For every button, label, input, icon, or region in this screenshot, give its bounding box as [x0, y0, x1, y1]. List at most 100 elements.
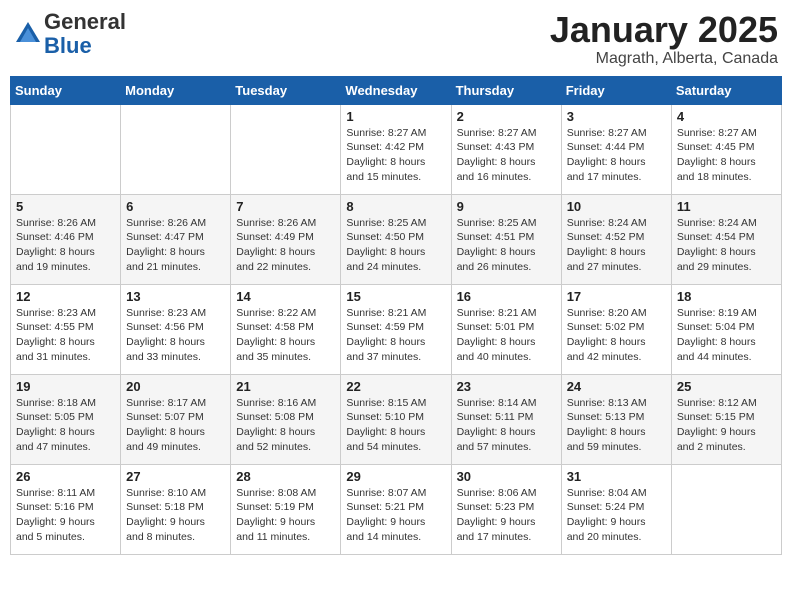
calendar-week-row: 26 Sunrise: 8:11 AMSunset: 5:16 PMDayligh…	[11, 464, 782, 554]
day-info: Sunrise: 8:07 AMSunset: 5:21 PMDaylight:…	[346, 486, 445, 545]
calendar-cell: 19Sunrise: 8:18 AMSunset: 5:05 PMDayligh…	[11, 374, 121, 464]
day-info: Sunrise: 8:25 AMSunset: 4:51 PMDaylight:…	[457, 216, 556, 275]
day-info: Sunrise: 8:27 AMSunset: 4:42 PMDaylight:…	[346, 126, 445, 185]
day-number: 31	[567, 469, 666, 484]
calendar-cell: 29 Sunrise: 8:07 AMSunset: 5:21 PMDayligh…	[341, 464, 451, 554]
day-number: 21	[236, 379, 335, 394]
day-number: 25	[677, 379, 776, 394]
day-info: Sunrise: 8:25 AMSunset: 4:50 PMDaylight:…	[346, 216, 445, 275]
title-block: January 2025 Magrath, Alberta, Canada	[550, 10, 778, 68]
day-number: 26	[16, 469, 115, 484]
day-info: Sunrise: 8:11 AMSunset: 5:16 PMDaylight:…	[16, 486, 115, 545]
day-info: Sunrise: 8:16 AMSunset: 5:08 PMDaylight:…	[236, 396, 335, 455]
day-info: Sunrise: 8:26 AMSunset: 4:49 PMDaylight:…	[236, 216, 335, 275]
calendar-cell	[121, 104, 231, 194]
day-number: 28	[236, 469, 335, 484]
calendar-cell: 17 Sunrise: 8:20 AMSunset: 5:02 PMDayligh…	[561, 284, 671, 374]
calendar-cell: 26 Sunrise: 8:11 AMSunset: 5:16 PMDayligh…	[11, 464, 121, 554]
calendar-cell: 22 Sunrise: 8:15 AMSunset: 5:10 PMDayligh…	[341, 374, 451, 464]
day-info: Sunrise: 8:27 AMSunset: 4:45 PMDaylight:…	[677, 126, 776, 185]
calendar-cell: 8 Sunrise: 8:25 AMSunset: 4:50 PMDaylight…	[341, 194, 451, 284]
calendar-cell: 2 Sunrise: 8:27 AMSunset: 4:43 PMDaylight…	[451, 104, 561, 194]
day-info: Sunrise: 8:24 AMSunset: 4:54 PMDaylight:…	[677, 216, 776, 275]
calendar-cell: 21 Sunrise: 8:16 AMSunset: 5:08 PMDayligh…	[231, 374, 341, 464]
day-number: 3	[567, 109, 666, 124]
day-number: 10	[567, 199, 666, 214]
calendar-week-row: 5 Sunrise: 8:26 AMSunset: 4:46 PMDaylight…	[11, 194, 782, 284]
weekday-header: Sunday	[11, 76, 121, 104]
calendar-cell: 12 Sunrise: 8:23 AMSunset: 4:55 PMDayligh…	[11, 284, 121, 374]
calendar-cell: 18 Sunrise: 8:19 AMSunset: 5:04 PMDayligh…	[671, 284, 781, 374]
calendar-cell: 7Sunrise: 8:26 AMSunset: 4:49 PMDaylight…	[231, 194, 341, 284]
weekday-header: Tuesday	[231, 76, 341, 104]
calendar-cell: 25 Sunrise: 8:12 AMSunset: 5:15 PMDayligh…	[671, 374, 781, 464]
day-info: Sunrise: 8:27 AMSunset: 4:43 PMDaylight:…	[457, 126, 556, 185]
day-info: Sunrise: 8:27 AMSunset: 4:44 PMDaylight:…	[567, 126, 666, 185]
logo-icon	[14, 20, 42, 48]
logo-text: General Blue	[44, 10, 126, 58]
calendar-week-row: 1 Sunrise: 8:27 AMSunset: 4:42 PMDaylight…	[11, 104, 782, 194]
day-number: 19	[16, 379, 115, 394]
day-info: Sunrise: 8:08 AMSunset: 5:19 PMDaylight:…	[236, 486, 335, 545]
day-number: 22	[346, 379, 445, 394]
day-number: 11	[677, 199, 776, 214]
day-number: 24	[567, 379, 666, 394]
day-number: 23	[457, 379, 556, 394]
day-number: 12	[16, 289, 115, 304]
day-info: Sunrise: 8:20 AMSunset: 5:02 PMDaylight:…	[567, 306, 666, 365]
day-number: 5	[16, 199, 115, 214]
calendar-week-row: 19Sunrise: 8:18 AMSunset: 5:05 PMDayligh…	[11, 374, 782, 464]
calendar-cell	[671, 464, 781, 554]
day-info: Sunrise: 8:10 AMSunset: 5:18 PMDaylight:…	[126, 486, 225, 545]
day-info: Sunrise: 8:14 AMSunset: 5:11 PMDaylight:…	[457, 396, 556, 455]
day-number: 9	[457, 199, 556, 214]
calendar-cell: 14Sunrise: 8:22 AMSunset: 4:58 PMDayligh…	[231, 284, 341, 374]
calendar-cell: 20Sunrise: 8:17 AMSunset: 5:07 PMDayligh…	[121, 374, 231, 464]
calendar-cell: 23 Sunrise: 8:14 AMSunset: 5:11 PMDayligh…	[451, 374, 561, 464]
day-number: 27	[126, 469, 225, 484]
calendar-cell: 11 Sunrise: 8:24 AMSunset: 4:54 PMDayligh…	[671, 194, 781, 284]
day-number: 13	[126, 289, 225, 304]
day-number: 17	[567, 289, 666, 304]
calendar-cell: 9 Sunrise: 8:25 AMSunset: 4:51 PMDaylight…	[451, 194, 561, 284]
day-info: Sunrise: 8:23 AMSunset: 4:56 PMDaylight:…	[126, 306, 225, 365]
day-number: 15	[346, 289, 445, 304]
day-number: 29	[346, 469, 445, 484]
calendar-cell: 13 Sunrise: 8:23 AMSunset: 4:56 PMDayligh…	[121, 284, 231, 374]
day-info: Sunrise: 8:17 AMSunset: 5:07 PMDaylight:…	[126, 396, 225, 455]
calendar-table: SundayMondayTuesdayWednesdayThursdayFrid…	[10, 76, 782, 555]
calendar-cell: 15Sunrise: 8:21 AMSunset: 4:59 PMDayligh…	[341, 284, 451, 374]
day-info: Sunrise: 8:24 AMSunset: 4:52 PMDaylight:…	[567, 216, 666, 275]
calendar-week-row: 12 Sunrise: 8:23 AMSunset: 4:55 PMDayligh…	[11, 284, 782, 374]
day-number: 14	[236, 289, 335, 304]
logo: General Blue	[14, 10, 126, 58]
calendar-cell: 30Sunrise: 8:06 AMSunset: 5:23 PMDayligh…	[451, 464, 561, 554]
page-header: General Blue January 2025 Magrath, Alber…	[10, 10, 782, 68]
logo-blue: Blue	[44, 33, 92, 58]
calendar-cell: 5 Sunrise: 8:26 AMSunset: 4:46 PMDaylight…	[11, 194, 121, 284]
day-info: Sunrise: 8:26 AMSunset: 4:46 PMDaylight:…	[16, 216, 115, 275]
day-info: Sunrise: 8:15 AMSunset: 5:10 PMDaylight:…	[346, 396, 445, 455]
weekday-header: Saturday	[671, 76, 781, 104]
calendar-cell: 10 Sunrise: 8:24 AMSunset: 4:52 PMDayligh…	[561, 194, 671, 284]
day-info: Sunrise: 8:04 AMSunset: 5:24 PMDaylight:…	[567, 486, 666, 545]
day-number: 18	[677, 289, 776, 304]
day-info: Sunrise: 8:12 AMSunset: 5:15 PMDaylight:…	[677, 396, 776, 455]
day-number: 4	[677, 109, 776, 124]
day-number: 8	[346, 199, 445, 214]
day-number: 2	[457, 109, 556, 124]
day-number: 1	[346, 109, 445, 124]
day-info: Sunrise: 8:23 AMSunset: 4:55 PMDaylight:…	[16, 306, 115, 365]
calendar-cell: 6Sunrise: 8:26 AMSunset: 4:47 PMDaylight…	[121, 194, 231, 284]
calendar-cell	[11, 104, 121, 194]
calendar-cell: 4 Sunrise: 8:27 AMSunset: 4:45 PMDaylight…	[671, 104, 781, 194]
calendar-header-row: SundayMondayTuesdayWednesdayThursdayFrid…	[11, 76, 782, 104]
logo-general: General	[44, 9, 126, 34]
day-number: 16	[457, 289, 556, 304]
location: Magrath, Alberta, Canada	[550, 50, 778, 68]
day-info: Sunrise: 8:13 AMSunset: 5:13 PMDaylight:…	[567, 396, 666, 455]
day-info: Sunrise: 8:19 AMSunset: 5:04 PMDaylight:…	[677, 306, 776, 365]
calendar-cell: 3 Sunrise: 8:27 AMSunset: 4:44 PMDaylight…	[561, 104, 671, 194]
calendar-cell: 24 Sunrise: 8:13 AMSunset: 5:13 PMDayligh…	[561, 374, 671, 464]
weekday-header: Monday	[121, 76, 231, 104]
